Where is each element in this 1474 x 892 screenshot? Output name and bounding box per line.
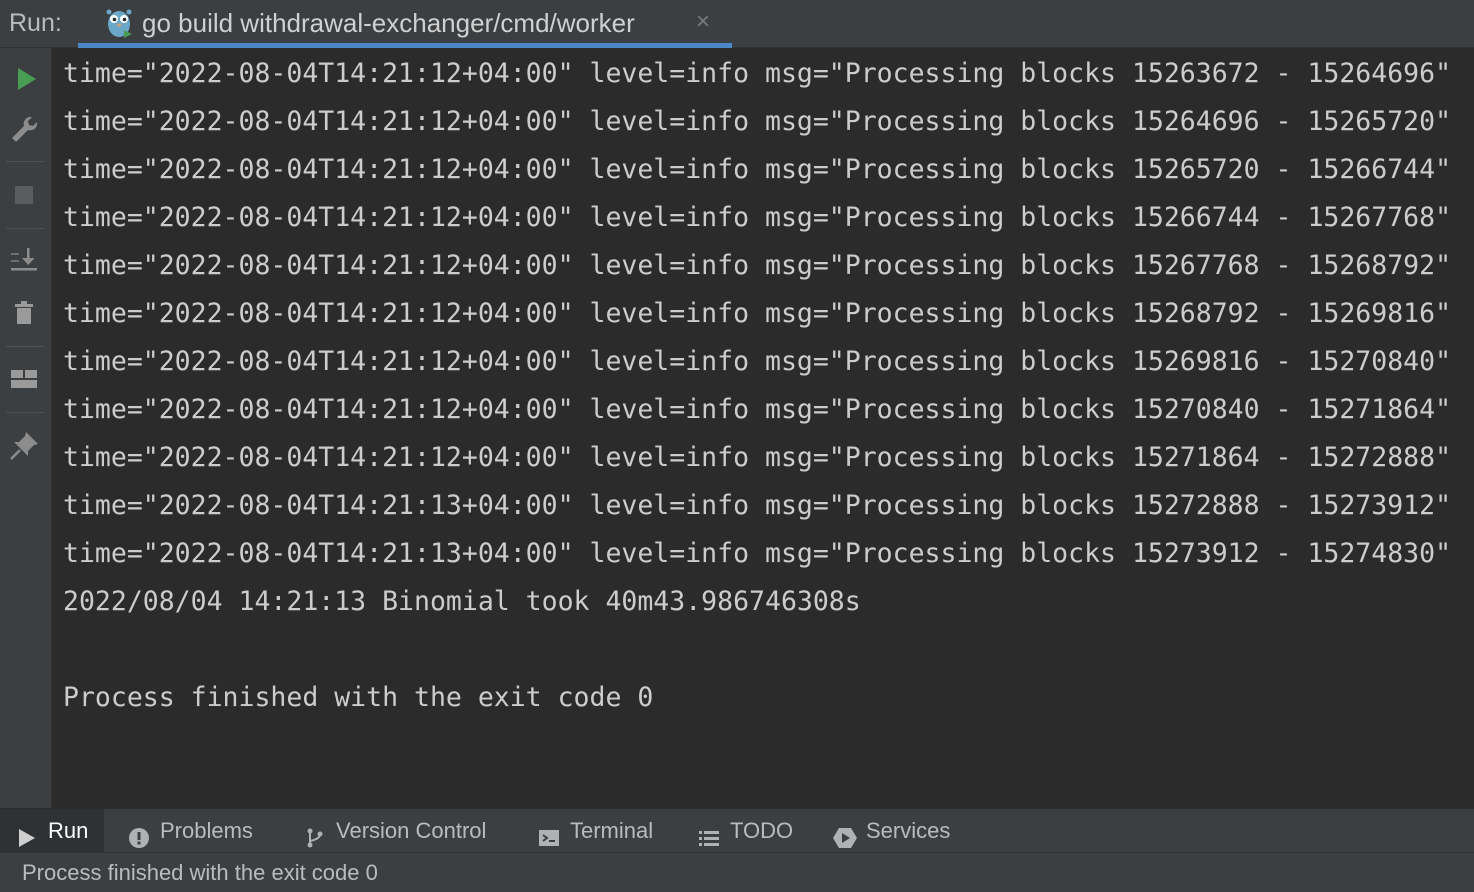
tab-version-control[interactable]: Version Control (304, 809, 514, 853)
tab-label: Run (48, 818, 89, 843)
run-label: Run: (9, 9, 62, 37)
tab-problems[interactable]: Problems (128, 809, 278, 853)
console-line: Process finished with the exit code 0 (63, 682, 654, 713)
tab-label: TODO (730, 818, 794, 843)
toolbar-separator (6, 161, 44, 162)
trash-icon[interactable] (6, 294, 44, 332)
console-line: time="2022-08-04T14:21:12+04:00" level=i… (63, 154, 1452, 185)
tab-label: Problems (160, 818, 253, 843)
tab-terminal[interactable]: Terminal (538, 809, 678, 853)
close-icon[interactable]: × (692, 9, 714, 35)
console-line: time="2022-08-04T14:21:12+04:00" level=i… (63, 250, 1452, 281)
tab-services[interactable]: Services (832, 809, 972, 853)
console-line: time="2022-08-04T14:21:12+04:00" level=i… (63, 346, 1452, 377)
rerun-icon[interactable] (6, 60, 44, 98)
tab-todo[interactable]: TODO (698, 809, 808, 853)
tool-window-bar: Run Problems Version Control Terminal TO… (0, 808, 1474, 853)
tab-label: Terminal (570, 818, 654, 843)
branch-icon (304, 820, 326, 848)
console-line: time="2022-08-04T14:21:12+04:00" level=i… (63, 58, 1452, 89)
console-line: time="2022-08-04T14:21:12+04:00" level=i… (63, 106, 1452, 137)
toolbar-separator (6, 228, 44, 229)
problems-icon (128, 820, 150, 848)
status-message: Process finished with the exit code 0 (22, 860, 378, 885)
gopher-icon (104, 6, 134, 38)
console-line: time="2022-08-04T14:21:12+04:00" level=i… (63, 202, 1452, 233)
status-bar: Process finished with the exit code 0 (0, 852, 1474, 892)
tab-run[interactable]: Run (0, 809, 104, 853)
console-line: time="2022-08-04T14:21:12+04:00" level=i… (63, 442, 1452, 473)
console-line: 2022/08/04 14:21:13 Binomial took 40m43.… (63, 586, 861, 617)
console-line: time="2022-08-04T14:21:12+04:00" level=i… (63, 394, 1452, 425)
play-icon (16, 820, 38, 847)
services-icon (832, 820, 858, 848)
scroll-to-end-icon[interactable] (6, 241, 44, 279)
toolbar-separator (6, 412, 44, 413)
run-header: Run: go build withdrawal-exchanger/cmd/w… (0, 0, 1474, 48)
list-icon (698, 820, 720, 846)
run-toolbar (0, 48, 52, 808)
run-tab-title: go build withdrawal-exchanger/cmd/worker (142, 8, 635, 38)
toolbar-separator (6, 346, 44, 347)
layout-icon[interactable] (6, 360, 44, 398)
tab-label: Services (866, 818, 951, 843)
stop-icon[interactable] (6, 176, 44, 214)
console-line: time="2022-08-04T14:21:12+04:00" level=i… (63, 298, 1452, 329)
console-line: time="2022-08-04T14:21:13+04:00" level=i… (63, 538, 1452, 569)
pin-icon[interactable] (6, 426, 44, 464)
wrench-icon[interactable] (6, 110, 44, 148)
tab-label: Version Control (336, 818, 487, 843)
run-config-tab[interactable]: go build withdrawal-exchanger/cmd/worker… (78, 0, 732, 48)
terminal-icon (538, 820, 560, 846)
console-line: time="2022-08-04T14:21:13+04:00" level=i… (63, 490, 1452, 521)
console-output[interactable]: time="2022-08-04T14:21:12+04:00" level=i… (53, 48, 1474, 808)
